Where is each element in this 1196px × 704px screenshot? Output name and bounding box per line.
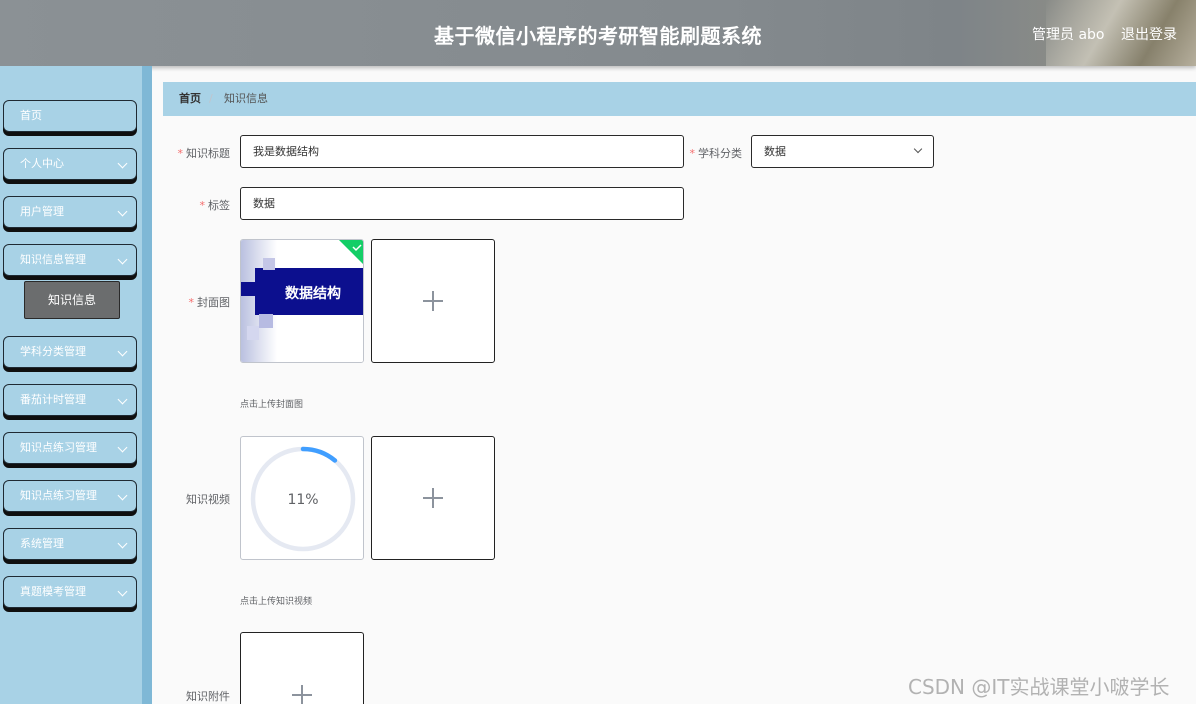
chevron-down-icon	[117, 586, 128, 597]
chevron-down-icon	[117, 442, 128, 453]
chevron-down-icon	[117, 394, 128, 405]
title-label: * 知识标题	[177, 147, 231, 160]
chevron-down-icon	[117, 206, 128, 217]
category-select-value: 数据	[764, 145, 786, 158]
sidebar-subitem-knowledge-info[interactable]: 知识信息	[24, 281, 120, 319]
sidebar-item-user-management[interactable]: 用户管理	[3, 196, 137, 228]
attachment-upload-button[interactable]	[240, 632, 364, 704]
sidebar-item-label: 学科分类管理	[20, 345, 86, 358]
chevron-down-icon	[117, 254, 128, 265]
sidebar-item-label: 知识信息管理	[20, 253, 86, 266]
sidebar-item-home[interactable]: 首页	[3, 100, 137, 132]
sidebar-item-subject-category[interactable]: 学科分类管理	[3, 336, 137, 368]
cover-hint: 点击上传封面图	[240, 400, 304, 410]
app-title: 基于微信小程序的考研智能刷题系统	[434, 24, 762, 48]
title-input[interactable]: 我是数据结构	[240, 135, 684, 168]
sidebar-item-label: 首页	[20, 109, 42, 122]
cover-upload-button[interactable]	[371, 239, 495, 363]
video-upload-progress: 11%	[240, 436, 364, 560]
breadcrumb-current: 知识信息	[224, 92, 268, 105]
top-header: 基于微信小程序的考研智能刷题系统 管理员 abo 退出登录	[0, 0, 1196, 66]
sidebar-item-practice-1[interactable]: 知识点练习管理	[3, 432, 137, 464]
required-mark: *	[177, 147, 184, 160]
plus-icon	[292, 685, 312, 704]
progress-circle: 11%	[250, 446, 356, 552]
chevron-down-icon	[117, 346, 128, 357]
cover-image-text: 数据结构	[285, 285, 341, 302]
plus-icon	[423, 291, 443, 311]
sidebar-item-label: 真题模考管理	[20, 585, 86, 598]
current-user: 管理员 abo	[1032, 27, 1105, 43]
sidebar-item-knowledge-management[interactable]: 知识信息管理	[3, 244, 137, 276]
cover-image: 数据结构	[241, 240, 363, 362]
video-label: 知识视频	[186, 493, 230, 506]
cover-label: * 封面图	[188, 296, 231, 309]
sidebar-item-system[interactable]: 系统管理	[3, 528, 137, 560]
video-upload-button[interactable]	[371, 436, 495, 560]
category-label: * 学科分类	[689, 147, 743, 160]
sidebar-item-practice-2[interactable]: 知识点练习管理	[3, 480, 137, 512]
tags-input[interactable]: 数据	[240, 187, 684, 220]
sidebar-item-label: 用户管理	[20, 205, 64, 218]
required-mark: *	[199, 199, 206, 212]
chevron-down-icon	[913, 144, 923, 154]
sidebar-item-label: 知识点练习管理	[20, 489, 97, 502]
chevron-down-icon	[117, 490, 128, 501]
sidebar-item-personal-center[interactable]: 个人中心	[3, 148, 137, 180]
video-hint: 点击上传知识视频	[240, 597, 313, 607]
cover-image-thumbnail[interactable]: 数据结构	[240, 239, 364, 363]
sidebar-item-mock-exam[interactable]: 真题模考管理	[3, 576, 137, 608]
breadcrumb-home[interactable]: 首页	[179, 82, 201, 116]
chevron-down-icon	[117, 158, 128, 169]
breadcrumb: 首页 / 知识信息	[163, 82, 1196, 116]
category-select[interactable]: 数据	[751, 135, 934, 168]
progress-text: 11%	[287, 492, 318, 508]
chevron-down-icon	[117, 538, 128, 549]
sidebar-item-pomodoro[interactable]: 番茄计时管理	[3, 384, 137, 416]
sidebar-edge	[142, 66, 152, 704]
sidebar-item-label: 知识点练习管理	[20, 441, 97, 454]
tags-label: * 标签	[199, 199, 231, 212]
sidebar-item-label: 番茄计时管理	[20, 393, 86, 406]
watermark: CSDN @IT实战课堂小啵学长	[908, 675, 1170, 699]
sidebar-item-label: 系统管理	[20, 537, 64, 550]
required-mark: *	[188, 296, 195, 309]
sidebar-item-label: 个人中心	[20, 157, 64, 170]
attachment-label: 知识附件	[186, 690, 230, 703]
breadcrumb-separator: /	[209, 92, 213, 105]
required-mark: *	[689, 147, 696, 160]
logout-link[interactable]: 退出登录	[1121, 24, 1177, 44]
plus-icon	[423, 488, 443, 508]
